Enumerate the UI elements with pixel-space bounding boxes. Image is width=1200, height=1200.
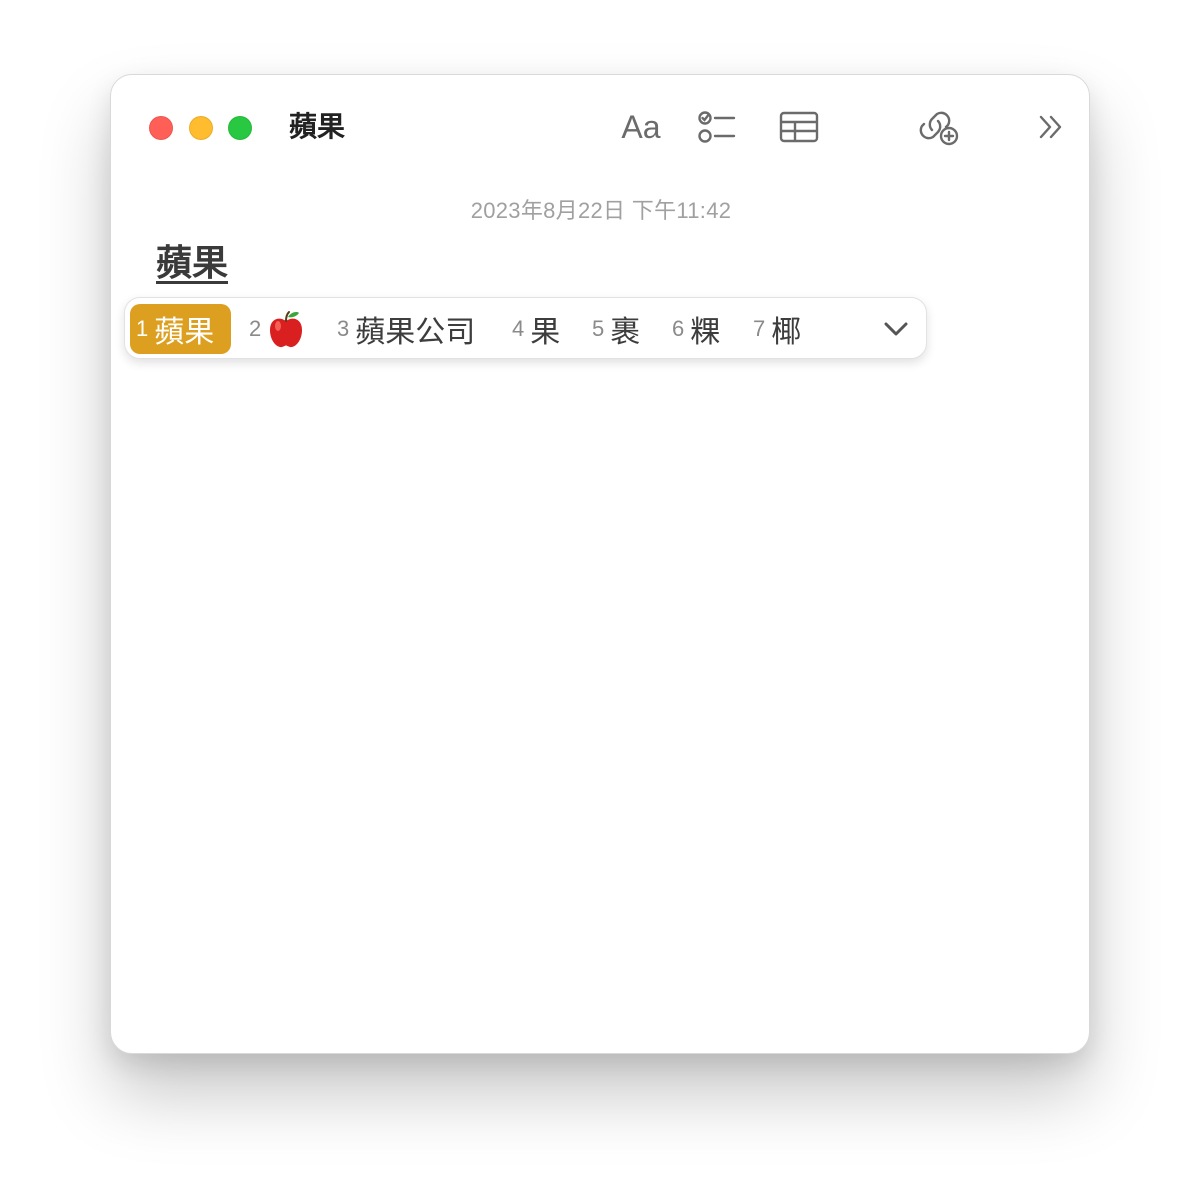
- candidate-word: 椰: [771, 315, 802, 350]
- candidate-number: 7: [753, 316, 766, 341]
- candidate-number: 2: [249, 316, 262, 341]
- candidate-number: 6: [672, 316, 685, 341]
- candidate-7[interactable]: 7 椰: [753, 304, 801, 354]
- note-date: 2023年8月22日 下午11:42: [470, 198, 732, 223]
- checklist-icon[interactable]: [695, 105, 739, 149]
- collaborate-add-icon[interactable]: [917, 105, 961, 149]
- candidate-word: 果: [530, 315, 561, 350]
- candidate-3[interactable]: 3 蘋果公司: [337, 304, 475, 354]
- candidate-word: 粿: [690, 315, 721, 350]
- candidate-word: 蘋果公司: [355, 315, 476, 350]
- candidate-1[interactable]: 1 蘋果: [130, 304, 231, 354]
- minimize-window-button[interactable]: [189, 116, 213, 140]
- candidate-4[interactable]: 4 果: [512, 304, 560, 354]
- notes-window: 蘋果 Aa 2023年8月22日 下午11:42 蘋果 1 蘋果 2 3 蘋果公…: [110, 74, 1090, 1054]
- zoom-window-button[interactable]: [228, 116, 252, 140]
- ime-candidate-bar: 1 蘋果 2 🍎 3 蘋果公司 4 果: [124, 297, 927, 359]
- table-icon[interactable]: [777, 105, 821, 149]
- candidate-5[interactable]: 5 裹: [592, 304, 640, 354]
- text-format-icon[interactable]: Aa: [611, 105, 671, 149]
- apple-emoji-icon: [270, 311, 303, 348]
- desktop: 蘋果 Aa 2023年8月22日 下午11:42 蘋果 1 蘋果 2 3 蘋果公…: [0, 0, 1200, 1200]
- candidate-word: 裹: [610, 315, 641, 350]
- candidate-2[interactable]: 2 🍎: [249, 304, 305, 354]
- candidate-number: 4: [512, 316, 525, 341]
- chevron-double-right-icon[interactable]: [1031, 105, 1071, 149]
- candidate-number: 5: [592, 316, 605, 341]
- candidate-word: 蘋果: [154, 315, 215, 350]
- window-title: 蘋果: [289, 110, 346, 143]
- chevron-down-icon[interactable]: [881, 316, 911, 342]
- candidate-6[interactable]: 6 粿: [672, 304, 720, 354]
- note-body-text[interactable]: 蘋果: [156, 241, 228, 287]
- candidate-number: 3: [337, 316, 350, 341]
- close-window-button[interactable]: [149, 116, 173, 140]
- candidate-number: 1: [136, 316, 149, 341]
